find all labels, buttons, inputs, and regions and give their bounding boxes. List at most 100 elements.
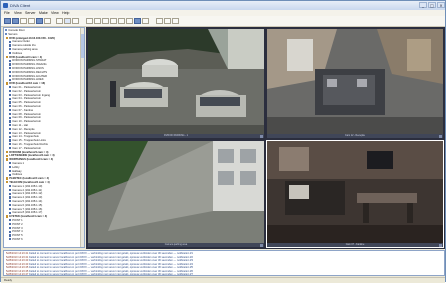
tree-camera-node[interactable]: DVR/ON PARKING RECHTS [9, 71, 47, 74]
zoom-icon[interactable] [110, 18, 117, 24]
server-icon [6, 150, 9, 153]
tree-node-label: Camera 5 (192.168.1.14) [12, 200, 43, 203]
tree-node-label: Cam 04 - Parkeerterrein [12, 97, 42, 101]
tree-camera-node[interactable]: Cam 10 - Parkeerterrein [9, 120, 41, 123]
snapshot-icon[interactable] [28, 18, 35, 24]
tree-camera-node[interactable]: POINT 1 [9, 219, 23, 222]
tree-camera-node[interactable]: Cam 17 - Parkeerterrein [9, 147, 41, 150]
camera-icon [9, 59, 12, 62]
camera-icon [9, 222, 12, 226]
pane-3-label: Camera parking area [88, 243, 264, 247]
window-title: DIVA Client [10, 3, 31, 8]
tree-camera-node[interactable]: Camera 6 (192.168.1.15) [9, 204, 42, 207]
video-feed-4 [267, 141, 443, 247]
grid-9-icon[interactable] [72, 18, 79, 24]
camera-icon [9, 203, 12, 207]
tree-node-label: Cam 15 - Trappenhuis Links [12, 139, 46, 143]
connect-icon[interactable] [4, 18, 11, 24]
grid-1-icon[interactable] [56, 18, 63, 24]
video-pane-3[interactable]: Camera parking area [88, 141, 264, 247]
camera-icon [9, 143, 12, 146]
tree-camera-node[interactable]: Camera 5 (192.168.1.14) [9, 200, 42, 203]
tree-camera-node[interactable]: Cam 11 - Hal [9, 124, 28, 127]
tree-camera-node[interactable]: Cam 16 - Trappenhuis Rechts [9, 143, 48, 146]
tree-camera-node[interactable]: Cam 01 - Parkeerterrein [9, 86, 41, 89]
tree-server-node[interactable]: WORTHINGS (localhost/4 cam = 4) [6, 158, 53, 161]
pane-1-label: DVR/ON PARKING - 1 [88, 134, 264, 138]
tree-camera-node[interactable]: Camera 4 (192.168.1.13) [9, 196, 42, 199]
tree-server-node[interactable]: DVR (localhost/16 cam = 16) [6, 82, 45, 85]
tree-server-node[interactable]: PLENTEC (localhost/4 cam = 4) [6, 177, 49, 180]
pane-1-close-icon[interactable] [260, 134, 263, 138]
tree-node-label: Cam 11 - Hal [12, 124, 28, 127]
tree-node-label: Cam 16 - Trappenhuis Rechts [12, 143, 48, 146]
tree-camera-node[interactable]: Camera 1 (192.168.1.10) [9, 185, 42, 188]
camera-icon [9, 116, 12, 119]
tree-camera-node[interactable]: Cam 12 - Receptie [9, 128, 35, 131]
record-icon[interactable] [20, 18, 27, 24]
camera-icon [9, 112, 12, 115]
event-log[interactable]: 5/28/2010 14:23:41 Failed to connect to … [3, 250, 445, 276]
grid-4-icon[interactable] [64, 18, 71, 24]
tree-node-label: EYETEK (localhost/4 cam = 4) [9, 215, 48, 219]
camera-icon [9, 207, 12, 210]
preset-icon[interactable] [156, 18, 163, 24]
tree-camera-node[interactable]: Cam 05 - Parkeerterrein [9, 101, 41, 104]
disconnect-icon[interactable] [12, 18, 19, 24]
fullscreen-icon[interactable] [44, 18, 51, 24]
tree-camera-node[interactable]: POINT 2 [9, 223, 23, 226]
video-pane-4[interactable]: Cam 07 - Kantine [266, 140, 444, 248]
server-icon [6, 154, 9, 157]
tree-node-label: Camera 3 (192.168.1.12) [12, 192, 43, 196]
tree-camera-node[interactable]: POINT 5 [9, 234, 23, 237]
play-icon[interactable] [118, 18, 125, 24]
tree-scroll-thumb[interactable] [81, 34, 84, 58]
tree-camera-node[interactable]: Servers [5, 33, 17, 36]
server-camera-tree[interactable]: Console Root Servers DVR (enlarged.10.16.1… [3, 27, 85, 248]
camera-icon [9, 238, 12, 241]
tree-node-label: DVR/ON PARKING LINKS [12, 67, 44, 70]
layout-icon[interactable] [36, 18, 43, 24]
server-icon [6, 158, 9, 161]
minimize-button[interactable]: _ [419, 2, 427, 8]
tree-camera-node[interactable]: Cam 07 - Kantine [9, 109, 33, 112]
sequence-icon[interactable] [126, 18, 133, 24]
close-button[interactable]: × [437, 2, 445, 8]
log-entry[interactable]: 5/28/2010 14:23:47 Failed to connect to … [6, 273, 193, 275]
tree-camera-node[interactable]: DVR/ON PARKING LINKS [9, 67, 44, 70]
tree-server-node[interactable]: EYETEK (localhost/4 cam = 4) [6, 215, 47, 218]
tree-camera-node[interactable]: Console Root [5, 29, 24, 32]
camera-icon [9, 169, 12, 172]
grid-25-icon[interactable] [94, 18, 101, 24]
ptz-icon[interactable] [102, 18, 109, 24]
video-pane-1[interactable]: DVR/ON PARKING - 1 [88, 29, 264, 138]
video-pane-2[interactable]: Cam 12 - Receptie [267, 29, 443, 138]
tree-server-node[interactable]: TELECOM (localhost/4 cam = 4) [6, 181, 50, 184]
tree-node-label: POINT 6 [12, 238, 23, 241]
tree-camera-node[interactable]: POINT 6 [9, 238, 23, 241]
tree-node-label: Outlines [12, 173, 23, 177]
pan-icon[interactable] [134, 18, 141, 24]
tree-camera-node[interactable]: Lobby [9, 166, 20, 169]
tree-camera-node[interactable]: Outlines [9, 52, 22, 55]
tree-scrollbar[interactable] [80, 28, 84, 247]
maximize-button[interactable]: □ [428, 2, 436, 8]
pane-3-close-icon[interactable] [260, 243, 263, 247]
camera-icon [9, 127, 12, 131]
pane-2-close-icon[interactable] [439, 134, 442, 138]
tree-camera-node[interactable]: Cam 15 - Trappenhuis Links [9, 139, 46, 142]
tree-camera-node[interactable]: DVR/ON PARKING INGANG [9, 63, 47, 66]
tree-camera-node[interactable]: Cam 02 - Parkeerterrein [9, 90, 41, 93]
grid-16-icon[interactable] [86, 18, 93, 24]
settings-icon[interactable] [164, 18, 171, 24]
camera-icon [9, 165, 12, 169]
tree-node-label: DVR/ON PARKING STRAAT [12, 59, 47, 63]
camera-icon [9, 120, 12, 123]
pane-4-close-icon[interactable] [439, 243, 442, 247]
tree-camera-node[interactable]: Cam 06 - Parkeerterrein [9, 105, 41, 108]
tree-camera-node[interactable]: Camera parking area [9, 48, 37, 51]
tree-camera-node[interactable]: Camera outside Irtu [9, 44, 36, 47]
tree-camera-node[interactable]: Camera 1 [9, 162, 24, 165]
tilt-icon[interactable] [142, 18, 149, 24]
help-icon[interactable] [172, 18, 179, 24]
